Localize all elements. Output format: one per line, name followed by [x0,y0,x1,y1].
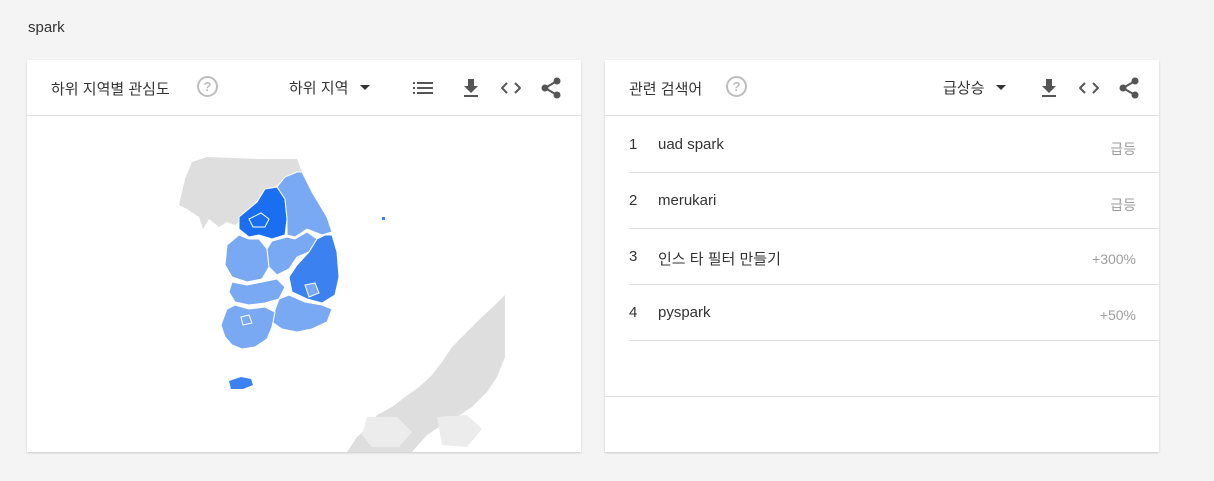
interest-by-subregion-card: 하위 지역별 관심도 ? 하위 지역 [27,60,581,452]
list-item[interactable]: 2 merukari 급등 [629,173,1159,229]
pagination-area [605,341,1159,397]
embed-icon[interactable] [1077,76,1101,100]
region-map [27,117,581,452]
query-value: 급등 [1110,141,1136,157]
query-term[interactable]: 인스 타 필터 만들기 [658,248,781,269]
caret-down-icon [360,85,371,90]
query-value: 급등 [1110,197,1136,213]
embed-icon[interactable] [499,76,523,100]
related-queries-list: 1 uad spark 급등 2 merukari 급등 3 인스 타 필터 만… [629,117,1159,341]
region-jeonnam [220,304,276,350]
region-jeju [229,377,253,389]
help-icon[interactable]: ? [197,76,218,97]
caret-down-icon [996,85,1007,90]
list-item[interactable]: 4 pyspark +50% [629,285,1159,341]
rank: 3 [629,248,638,265]
region-jeonbuk [228,278,286,306]
share-icon[interactable] [1117,76,1141,100]
rank: 4 [629,304,638,321]
dropdown-label: 하위 지역 [289,80,349,97]
query-value: +50% [1099,307,1136,323]
query-term[interactable]: merukari [658,192,716,209]
region-level-dropdown[interactable]: 하위 지역 [289,77,371,98]
list-item[interactable]: 1 uad spark 급등 [629,117,1159,173]
card-header: 관련 검색어 ? 급상승 [605,60,1159,116]
search-term: spark [28,19,65,36]
card-title: 관련 검색어 [629,81,703,98]
rank: 1 [629,136,638,153]
share-icon[interactable] [539,76,563,100]
dropdown-label: 급상승 [943,80,985,97]
list-item[interactable]: 3 인스 타 필터 만들기 +300% [629,229,1159,285]
related-queries-card: 관련 검색어 ? 급상승 1 uad spark 급등 2 merukari 급… [605,60,1159,452]
download-icon[interactable] [459,76,483,100]
query-term[interactable]: pyspark [658,304,711,321]
help-icon[interactable]: ? [726,76,747,97]
rank: 2 [629,192,638,209]
download-icon[interactable] [1037,76,1061,100]
card-header: 하위 지역별 관심도 ? 하위 지역 [27,60,581,116]
list-icon[interactable] [411,76,435,100]
rising-dropdown[interactable]: 급상승 [943,77,1007,98]
region-ulleungdo [382,217,385,220]
query-value: +300% [1092,251,1136,267]
card-title: 하위 지역별 관심도 [51,81,170,98]
query-term[interactable]: uad spark [658,136,724,153]
region-chungnam [224,234,270,283]
